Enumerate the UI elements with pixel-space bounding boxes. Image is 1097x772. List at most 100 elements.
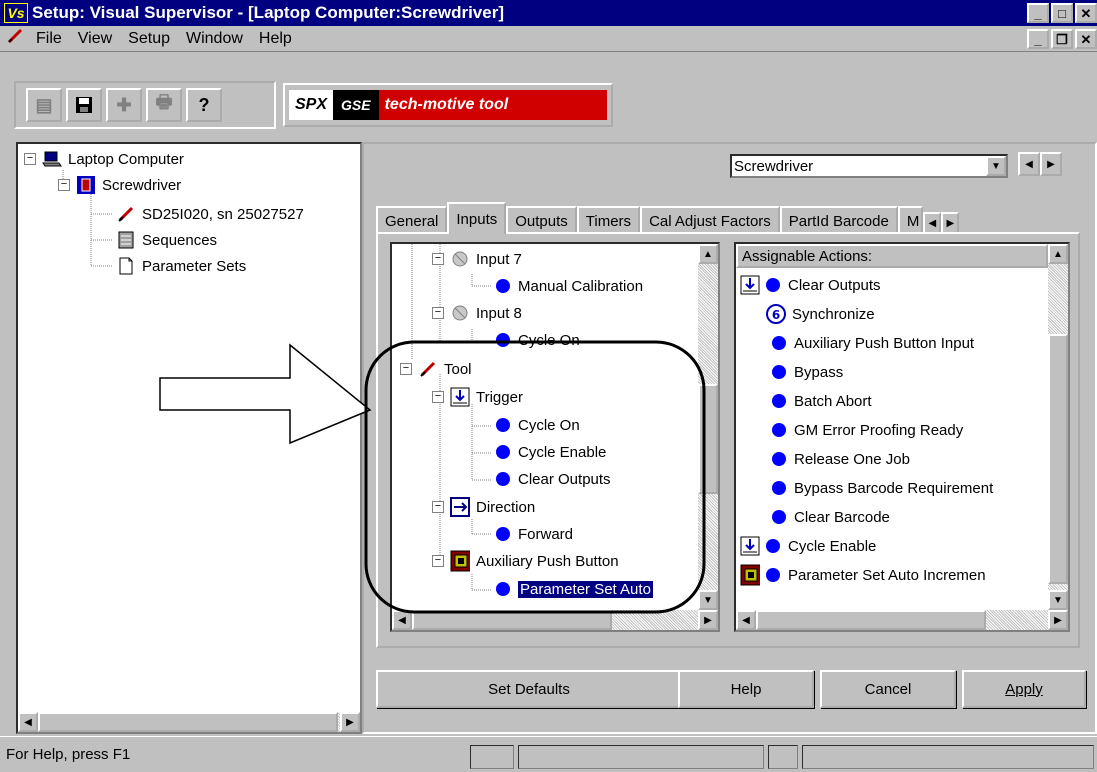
tree-item-tool[interactable]: SD25I020, sn 25027527 <box>116 201 304 227</box>
tab-outputs[interactable]: Outputs <box>506 206 577 234</box>
action-item-selected[interactable]: Parameter Set Auto <box>496 576 654 602</box>
apply-button[interactable]: Apply <box>962 670 1086 708</box>
action-item[interactable]: Manual Calibration <box>496 273 643 299</box>
maximize-button[interactable]: □ <box>1051 3 1073 23</box>
action-item[interactable]: Bypass Barcode Requirement <box>772 475 993 501</box>
action-item[interactable]: GM Error Proofing Ready <box>772 417 963 443</box>
tab-more[interactable]: M <box>897 206 924 234</box>
tree-item-screwdriver[interactable]: − Screwdriver <box>58 172 181 198</box>
next-arrow-icon[interactable]: ▶ <box>1040 152 1062 176</box>
left-horizontal-scrollbar[interactable]: ◀ ▶ <box>18 712 360 732</box>
action-item[interactable]: Cycle On <box>496 327 580 353</box>
action-item[interactable]: Clear Outputs <box>740 272 881 298</box>
action-item[interactable]: Cycle On <box>496 412 580 438</box>
collapse-icon[interactable]: − <box>432 555 444 567</box>
action-item[interactable]: Release One Job <box>772 446 910 472</box>
collapse-icon[interactable]: − <box>432 391 444 403</box>
set-defaults-button[interactable]: Set Defaults <box>376 670 682 708</box>
input-item[interactable]: − Input 7 <box>432 246 522 272</box>
tab-cal-adjust-factors[interactable]: Cal Adjust Factors <box>640 206 780 234</box>
input-item[interactable]: − Direction <box>432 494 535 520</box>
mdi-minimize-button[interactable]: _ <box>1027 29 1049 49</box>
menu-window[interactable]: Window <box>186 30 243 48</box>
scroll-left-icon[interactable]: ◀ <box>736 610 756 630</box>
scroll-thumb[interactable] <box>412 610 612 630</box>
actions-vertical-scrollbar[interactable]: ▲ ▼ <box>1048 244 1068 610</box>
minimize-button[interactable]: _ <box>1027 3 1049 23</box>
action-item[interactable]: Cycle Enable <box>740 533 876 559</box>
help-question-icon[interactable]: ? <box>186 88 222 122</box>
menu-view[interactable]: View <box>78 30 112 48</box>
chevron-down-icon[interactable]: ▼ <box>986 156 1006 176</box>
tab-timers[interactable]: Timers <box>576 206 641 234</box>
scroll-thumb[interactable] <box>38 712 338 732</box>
input-item[interactable]: − Input 8 <box>432 300 522 326</box>
action-item[interactable]: Bypass <box>772 359 843 385</box>
assignable-actions-list[interactable]: Assignable Actions: Clear Outputs 6 Sync… <box>734 242 1070 632</box>
scroll-right-icon[interactable]: ▶ <box>1048 610 1068 630</box>
input-item[interactable]: − Auxiliary Push Button <box>432 548 619 574</box>
collapse-icon[interactable]: − <box>432 307 444 319</box>
scroll-right-icon[interactable]: ▶ <box>340 712 360 732</box>
scroll-thumb[interactable] <box>756 610 986 630</box>
mdi-close-button[interactable]: ✕ <box>1075 29 1097 49</box>
tree-item-sequences[interactable]: Sequences <box>116 227 217 253</box>
tab-general[interactable]: General <box>376 206 448 234</box>
device-tree-pane[interactable]: − Laptop Computer − Screwdriver SD25I020… <box>16 142 362 734</box>
action-item[interactable]: Clear Outputs <box>496 466 611 492</box>
previous-arrow-icon[interactable]: ◀ <box>1018 152 1040 176</box>
scroll-thumb[interactable] <box>1048 334 1068 584</box>
inputs-vertical-scrollbar[interactable]: ▲ ▼ <box>698 244 718 610</box>
scroll-thumb[interactable] <box>698 384 718 494</box>
title-bar[interactable]: Vs Setup: Visual Supervisor - [Laptop Co… <box>0 0 1097 26</box>
bullet-icon <box>772 452 786 466</box>
action-item[interactable]: Auxiliary Push Button Input <box>772 330 974 356</box>
scroll-right-icon[interactable]: ▶ <box>698 610 718 630</box>
add-icon[interactable]: ✚ <box>106 88 142 122</box>
scroll-down-icon[interactable]: ▼ <box>1048 590 1068 610</box>
scroll-up-icon[interactable]: ▲ <box>698 244 718 264</box>
cancel-button[interactable]: Cancel <box>820 670 956 708</box>
screwdriver-menu-icon[interactable] <box>6 27 28 50</box>
help-button[interactable]: Help <box>678 670 814 708</box>
collapse-icon[interactable]: − <box>24 153 36 165</box>
scroll-left-icon[interactable]: ◀ <box>18 712 38 732</box>
menu-file[interactable]: File <box>36 30 62 48</box>
action-item[interactable]: Batch Abort <box>772 388 872 414</box>
action-item[interactable]: Clear Barcode <box>772 504 890 530</box>
save-icon[interactable] <box>66 88 102 122</box>
actions-horizontal-scrollbar[interactable]: ◀ ▶ <box>736 610 1068 630</box>
tab-scroll-left-icon[interactable]: ◀ <box>923 212 942 234</box>
tree-item-laptop[interactable]: − Laptop Computer <box>24 146 184 172</box>
trigger-icon <box>740 536 760 556</box>
action-item[interactable]: 6 Synchronize <box>766 301 875 327</box>
inputs-horizontal-scrollbar[interactable]: ◀ ▶ <box>392 610 718 630</box>
menu-setup[interactable]: Setup <box>128 30 170 48</box>
tool-select[interactable]: Screwdriver ▼ <box>730 154 1008 178</box>
close-button[interactable]: ✕ <box>1075 3 1097 23</box>
tab-inputs[interactable]: Inputs <box>447 202 507 234</box>
app-icon[interactable]: Vs <box>4 3 28 23</box>
tree-item-parameter-sets[interactable]: Parameter Sets <box>116 253 246 279</box>
spx-logo: SPX GSE tech-motive tool <box>283 83 613 127</box>
mdi-restore-button[interactable]: ❐ <box>1051 29 1073 49</box>
scroll-up-icon[interactable]: ▲ <box>1048 244 1068 264</box>
tool-select-value: Screwdriver <box>734 157 814 175</box>
inputs-tree[interactable]: − Input 7 Manual Calibration − Input 8 C… <box>390 242 720 632</box>
tool-node[interactable]: − Tool <box>400 356 472 382</box>
tab-scroll-right-icon[interactable]: ▶ <box>941 212 960 234</box>
collapse-icon[interactable]: − <box>432 501 444 513</box>
collapse-icon[interactable]: − <box>432 253 444 265</box>
collapse-icon[interactable]: − <box>400 363 412 375</box>
input-item[interactable]: − Trigger <box>432 384 523 410</box>
action-item[interactable]: Cycle Enable <box>496 439 606 465</box>
tab-partid-barcode[interactable]: PartId Barcode <box>779 206 898 234</box>
print-icon[interactable]: 🖶 <box>146 88 182 122</box>
action-item[interactable]: Forward <box>496 521 573 547</box>
collapse-icon[interactable]: − <box>58 179 70 191</box>
action-item[interactable]: Parameter Set Auto Incremen <box>740 562 986 588</box>
new-icon[interactable]: ▤ <box>26 88 62 122</box>
scroll-down-icon[interactable]: ▼ <box>698 590 718 610</box>
scroll-left-icon[interactable]: ◀ <box>392 610 412 630</box>
menu-help[interactable]: Help <box>259 30 292 48</box>
